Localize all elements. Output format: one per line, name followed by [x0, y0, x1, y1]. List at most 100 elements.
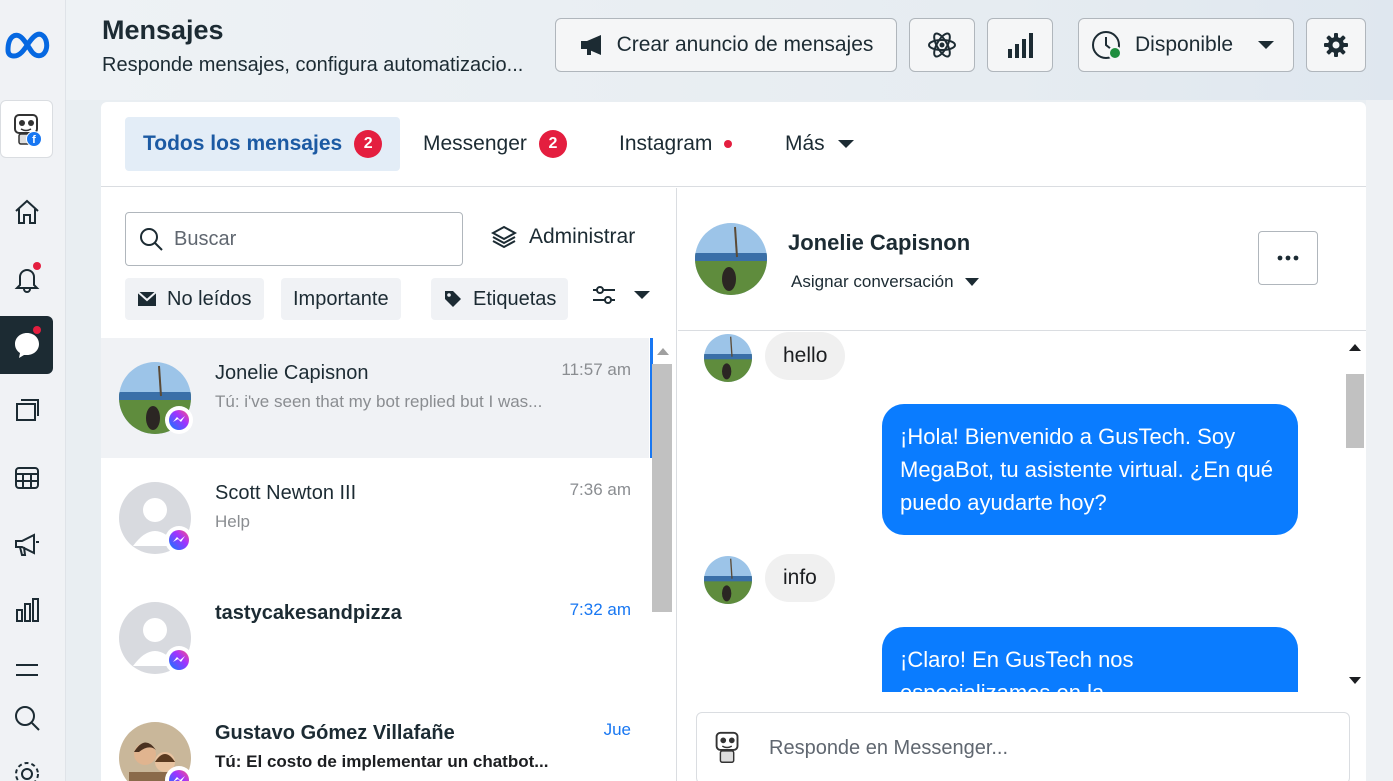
filter-important[interactable]: Importante	[281, 278, 401, 320]
manage-button[interactable]: Administrar	[491, 224, 635, 250]
conversation-item[interactable]: Gustavo Gómez Villafañe Tú: El costo de …	[101, 698, 649, 781]
tab-messenger-label: Messenger	[423, 132, 527, 155]
notification-dot	[33, 262, 41, 270]
layers-icon	[491, 225, 517, 249]
tab-messenger-count: 2	[538, 130, 567, 158]
rail-menu[interactable]	[0, 644, 53, 696]
landscape-photo-icon	[704, 334, 752, 382]
incoming-message: info	[765, 554, 835, 602]
page-title: Mensajes	[102, 15, 224, 45]
bar-chart-icon	[1008, 33, 1033, 58]
caret-down-icon	[837, 140, 854, 148]
conversation-time: 7:36 am	[569, 480, 631, 499]
rail-planner[interactable]	[0, 452, 53, 504]
more-options-button[interactable]	[1258, 231, 1318, 285]
scrollbar-thumb[interactable]	[652, 364, 672, 612]
inbox-panel: Todos los mensajes 2 Messenger 2 Instagr…	[101, 102, 1366, 781]
page-header: Mensajes Responde mensajes, configura au…	[66, 0, 1393, 100]
rail-search[interactable]	[0, 692, 53, 744]
advanced-filter-dropdown[interactable]	[591, 284, 651, 306]
ellipsis-icon	[1277, 255, 1299, 261]
envelope-icon	[137, 291, 157, 306]
home-icon	[14, 199, 39, 224]
conversation-item[interactable]: Scott Newton III Help 7:36 am	[101, 458, 649, 578]
search-input[interactable]	[174, 227, 434, 251]
inbox-tabs: Todos los mensajes 2 Messenger 2 Instagr…	[101, 102, 1366, 187]
conversation-name: tastycakesandpizza	[215, 602, 402, 624]
message-thread-scrollbar[interactable]	[1342, 332, 1366, 694]
rail-insights[interactable]	[0, 584, 53, 636]
assign-conversation-dropdown[interactable]: Asignar conversación	[791, 272, 980, 292]
status-online-dot	[1108, 46, 1122, 60]
incoming-message: hello	[765, 332, 846, 380]
contact-avatar-small	[704, 334, 752, 382]
pages-icon	[15, 399, 39, 421]
assign-conversation-label: Asignar conversación	[791, 272, 954, 291]
caret-down-icon	[1258, 41, 1275, 49]
rail-settings[interactable]	[0, 748, 53, 781]
right-edge-strip	[1366, 100, 1393, 781]
chat-column: Jonelie Capisnon Asignar conversación he…	[678, 188, 1366, 781]
rail-inbox[interactable]	[0, 316, 53, 374]
message-composer[interactable]	[696, 712, 1350, 781]
create-messages-ad-button[interactable]: Crear anuncio de mensajes	[555, 18, 897, 72]
search-icon	[14, 706, 40, 731]
bar-chart-icon	[15, 598, 39, 622]
conversation-item[interactable]: Jonelie Capisnon Tú: i've seen that my b…	[101, 338, 649, 458]
contact-avatar-small	[704, 556, 752, 604]
filter-important-label: Importante	[293, 287, 389, 310]
insights-button[interactable]	[987, 18, 1053, 72]
rail-home[interactable]	[0, 186, 53, 238]
page-profile-avatar[interactable]: f	[0, 100, 53, 158]
rail-notifications[interactable]	[0, 252, 53, 304]
sliders-icon	[593, 286, 615, 304]
left-rail: f	[0, 0, 66, 781]
landscape-photo-icon	[704, 556, 752, 604]
search-box[interactable]	[125, 212, 463, 266]
rail-content[interactable]	[0, 384, 53, 436]
scroll-down-arrow-icon[interactable]	[1348, 676, 1362, 686]
caret-down-icon	[634, 291, 650, 299]
availability-dropdown[interactable]: Disponible	[1078, 18, 1294, 72]
conversation-item[interactable]: tastycakesandpizza 7:32 am	[101, 578, 649, 698]
tab-instagram-unread-dot	[724, 140, 733, 148]
scroll-up-arrow-icon[interactable]	[1348, 342, 1362, 352]
outgoing-message: ¡Claro! En GusTech nos especializamos en…	[882, 627, 1298, 692]
page-subtitle: Responde mensajes, configura automatizac…	[102, 54, 524, 76]
facebook-badge-icon: f	[26, 131, 42, 147]
megaphone-icon	[14, 533, 39, 556]
filter-labels[interactable]: Etiquetas	[431, 278, 569, 320]
scrollbar-thumb[interactable]	[1346, 374, 1364, 448]
gear-icon	[14, 762, 39, 781]
tab-messenger[interactable]: Messenger 2	[405, 117, 585, 171]
message-thread: hello ¡Hola! Bienvenido a GusTech. Soy M…	[678, 332, 1342, 692]
scroll-up-arrow-icon[interactable]	[656, 346, 670, 356]
chat-contact-name[interactable]: Jonelie Capisnon	[788, 230, 970, 256]
tag-icon	[445, 291, 461, 307]
landscape-photo-icon	[695, 223, 767, 295]
tab-all-messages[interactable]: Todos los mensajes 2	[125, 117, 401, 171]
conversation-preview: Tú: El costo de implementar un chatbot..…	[215, 752, 549, 771]
tab-more-label: Más	[785, 132, 825, 155]
atom-icon	[928, 32, 956, 58]
rail-ads[interactable]	[0, 518, 53, 570]
meta-logo-icon[interactable]	[2, 26, 52, 62]
conversation-time: 7:32 am	[569, 600, 631, 619]
conversation-list-scrollbar[interactable]	[650, 338, 676, 781]
manage-label: Administrar	[529, 225, 636, 248]
tab-more[interactable]: Más	[767, 117, 873, 171]
conversation-name: Gustavo Gómez Villafañe	[215, 722, 455, 744]
messenger-badge-icon	[165, 526, 193, 554]
hamburger-menu-icon	[15, 664, 38, 676]
settings-button[interactable]	[1306, 18, 1366, 72]
conversation-preview: Help	[215, 512, 250, 531]
automations-button[interactable]	[909, 18, 975, 72]
contact-avatar[interactable]	[695, 223, 767, 295]
reply-input[interactable]	[769, 736, 1289, 760]
conversation-list-column: Administrar No leídos Importante Etiquet…	[101, 188, 677, 781]
caret-down-icon	[964, 278, 979, 286]
filter-unread[interactable]: No leídos	[125, 278, 264, 320]
search-icon	[140, 228, 163, 251]
tab-instagram-label: Instagram	[619, 132, 713, 155]
tab-instagram[interactable]: Instagram	[601, 117, 750, 171]
